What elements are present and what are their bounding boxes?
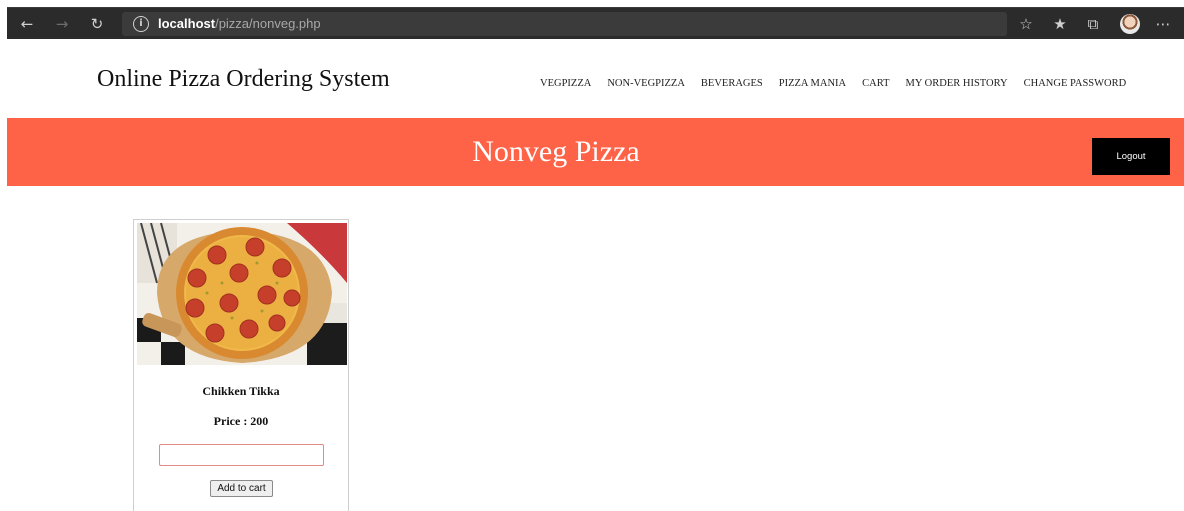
profile-avatar[interactable] bbox=[1120, 14, 1140, 34]
nav-cart[interactable]: CART bbox=[862, 77, 889, 91]
back-icon[interactable]: ← bbox=[17, 14, 37, 34]
product-name: Chikken Tikka bbox=[202, 384, 280, 398]
nav-change-password[interactable]: CHANGE PASSWORD bbox=[1024, 77, 1127, 91]
favorites-list-icon[interactable]: ★ bbox=[1050, 14, 1070, 34]
favorite-star-icon[interactable]: ☆ bbox=[1016, 14, 1036, 34]
nav-beverages[interactable]: BEVERAGES bbox=[701, 77, 763, 91]
nav-non-vegpizza[interactable]: NON-VEGPIZZA bbox=[607, 77, 685, 91]
info-icon[interactable]: i bbox=[133, 16, 149, 32]
pizza-image bbox=[137, 223, 347, 365]
product-card: Chikken Tikka Price : 200 Add to cart bbox=[133, 219, 349, 511]
logout-button[interactable]: Logout bbox=[1092, 138, 1170, 175]
page-title: Nonveg Pizza bbox=[472, 135, 640, 168]
browser-chrome: ← → ↻ i localhost/pizza/nonveg.php ☆ ★ ⧉… bbox=[0, 0, 1184, 44]
nav-my-order-history[interactable]: MY ORDER HISTORY bbox=[906, 77, 1008, 91]
more-icon[interactable]: ⋯ bbox=[1153, 14, 1173, 34]
browser-toolbar: ← → ↻ i localhost/pizza/nonveg.php ☆ ★ ⧉… bbox=[7, 7, 1184, 39]
address-bar[interactable]: i localhost/pizza/nonveg.php bbox=[122, 12, 1007, 36]
main-nav: VEGPIZZA NON-VEGPIZZA BEVERAGES PIZZA MA… bbox=[540, 77, 1126, 91]
refresh-icon[interactable]: ↻ bbox=[87, 14, 107, 34]
nav-pizza-mania[interactable]: PIZZA MANIA bbox=[779, 77, 846, 91]
url-text[interactable]: localhost/pizza/nonveg.php bbox=[158, 15, 321, 33]
add-to-cart-button[interactable]: Add to cart bbox=[210, 480, 273, 497]
page-banner: Nonveg Pizza Logout bbox=[7, 118, 1184, 186]
site-title: Online Pizza Ordering System bbox=[97, 66, 390, 92]
nav-vegpizza[interactable]: VEGPIZZA bbox=[540, 77, 591, 91]
collections-icon[interactable]: ⧉ bbox=[1083, 14, 1103, 34]
product-price: Price : 200 bbox=[213, 414, 269, 428]
forward-icon[interactable]: → bbox=[52, 14, 72, 34]
quantity-input[interactable] bbox=[159, 444, 324, 466]
